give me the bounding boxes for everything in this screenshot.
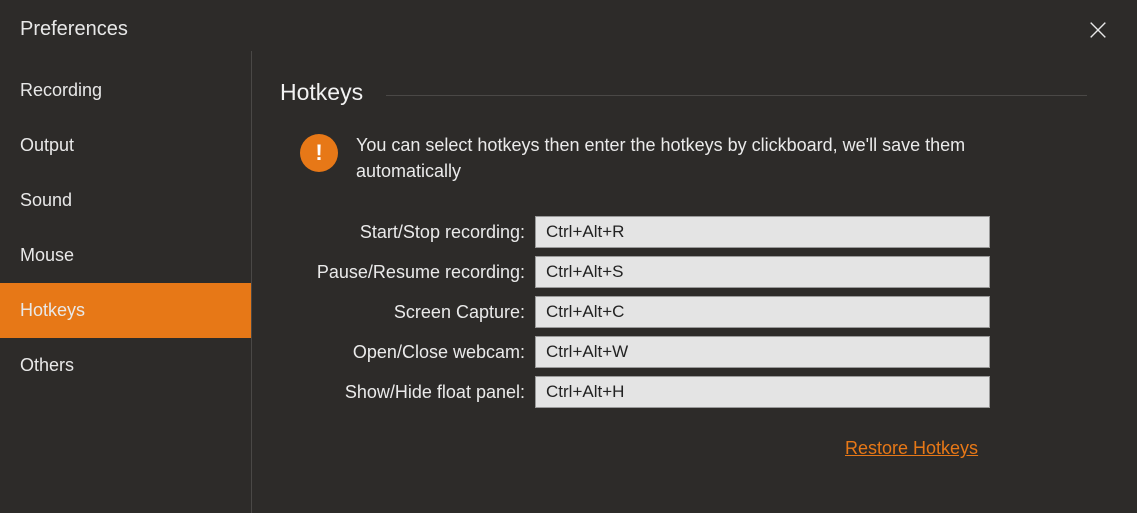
close-icon[interactable] [1087,19,1109,41]
sidebar: Recording Output Sound Mouse Hotkeys Oth… [0,51,252,513]
info-text: You can select hotkeys then enter the ho… [356,132,1046,184]
sidebar-item-recording[interactable]: Recording [0,63,251,118]
hotkey-form: Start/Stop recording: Pause/Resume recor… [290,216,1087,408]
hotkey-label: Start/Stop recording: [290,222,525,243]
hotkey-label: Pause/Resume recording: [290,262,525,283]
hotkey-input-float-panel[interactable] [535,376,990,408]
restore-hotkeys-link[interactable]: Restore Hotkeys [845,438,978,459]
hotkey-input-pause-resume[interactable] [535,256,990,288]
sidebar-item-label: Output [20,135,74,155]
hotkey-row-start-stop: Start/Stop recording: [290,216,1087,248]
hotkey-row-webcam: Open/Close webcam: [290,336,1087,368]
section-title: Hotkeys [280,79,1087,110]
sidebar-item-label: Others [20,355,74,375]
sidebar-item-label: Sound [20,190,72,210]
sidebar-item-hotkeys[interactable]: Hotkeys [0,283,251,338]
header: Preferences [0,0,1137,51]
sidebar-item-label: Recording [20,80,102,100]
sidebar-item-output[interactable]: Output [0,118,251,173]
main-panel: Hotkeys ! You can select hotkeys then en… [252,51,1137,513]
hotkey-input-screen-capture[interactable] [535,296,990,328]
info-row: ! You can select hotkeys then enter the … [300,132,1087,184]
hotkey-row-float-panel: Show/Hide float panel: [290,376,1087,408]
hotkey-row-pause-resume: Pause/Resume recording: [290,256,1087,288]
sidebar-item-label: Mouse [20,245,74,265]
warning-icon: ! [300,134,338,172]
hotkey-input-webcam[interactable] [535,336,990,368]
sidebar-item-mouse[interactable]: Mouse [0,228,251,283]
hotkey-row-screen-capture: Screen Capture: [290,296,1087,328]
hotkey-label: Open/Close webcam: [290,342,525,363]
hotkey-input-start-stop[interactable] [535,216,990,248]
hotkey-label: Screen Capture: [290,302,525,323]
page-title: Preferences [20,18,128,41]
sidebar-item-others[interactable]: Others [0,338,251,393]
sidebar-item-sound[interactable]: Sound [0,173,251,228]
hotkey-label: Show/Hide float panel: [290,382,525,403]
sidebar-item-label: Hotkeys [20,300,85,320]
